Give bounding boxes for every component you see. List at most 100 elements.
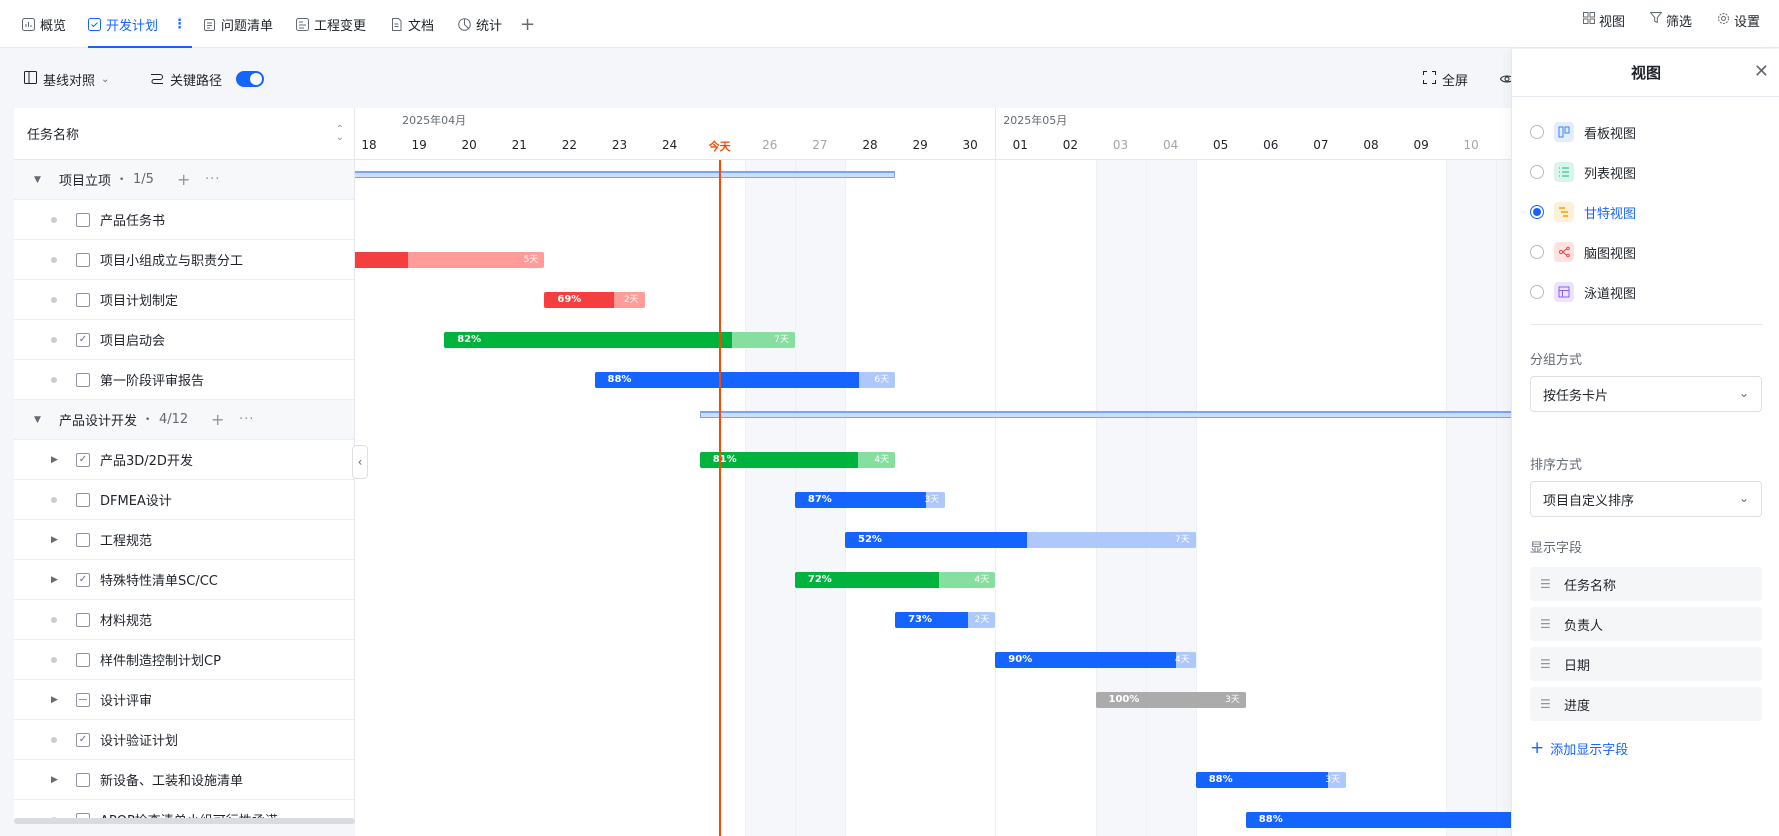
task-bar[interactable]: 88% 6天 xyxy=(594,372,896,388)
task-row[interactable]: DFMEA设计 xyxy=(14,480,354,520)
task-row[interactable]: ▶ ✓ 产品3D/2D开发 xyxy=(14,440,354,480)
day-label: 08 xyxy=(1363,138,1379,152)
task-bar[interactable]: 73% 2天 xyxy=(895,612,996,628)
view-option-list[interactable]: 列表视图 xyxy=(1530,161,1636,183)
expand-icon[interactable]: ▶ xyxy=(51,695,59,705)
task-checkbox[interactable] xyxy=(76,772,90,787)
tab-stats[interactable]: 统计 xyxy=(458,0,502,48)
radio-button[interactable] xyxy=(1530,165,1544,179)
task-row[interactable]: 产品任务书 xyxy=(14,200,354,240)
baseline-dropdown[interactable]: 基线对照 ⌄ xyxy=(24,69,109,89)
display-field-item[interactable]: ☰ 负责人 xyxy=(1530,607,1762,641)
group-summary-bar[interactable] xyxy=(355,171,896,178)
critical-path-switch[interactable] xyxy=(236,71,265,87)
tab-eng-change[interactable]: 工程变更 xyxy=(296,0,366,48)
drag-handle-icon[interactable]: ☰ xyxy=(1540,697,1554,711)
task-bar[interactable]: 88% xyxy=(1245,812,1511,828)
expand-icon[interactable]: ▶ xyxy=(51,775,59,785)
task-checkbox[interactable] xyxy=(76,532,90,547)
group-row[interactable]: ▼ 项目立项 • 1/5 + ··· xyxy=(14,160,354,200)
filter-button[interactable]: 筛选 xyxy=(1649,0,1692,40)
group-row[interactable]: ▼ 产品设计开发 • 4/12 + ··· xyxy=(14,400,354,440)
task-checkbox[interactable] xyxy=(76,692,90,707)
expand-icon[interactable]: ▶ xyxy=(51,455,59,465)
drag-handle-icon[interactable]: ☰ xyxy=(1540,577,1554,591)
task-bar[interactable]: 82% 7天 xyxy=(444,332,795,348)
duration-label: 2天 xyxy=(623,295,639,305)
task-row[interactable]: 项目小组成立与职责分工 xyxy=(14,240,354,280)
expand-icon[interactable]: ▶ xyxy=(51,535,59,545)
collapse-list-button[interactable]: ‹ xyxy=(352,445,368,479)
task-checkbox[interactable] xyxy=(76,612,90,627)
group-summary-bar[interactable] xyxy=(699,411,1511,418)
task-row[interactable]: ✓ 设计验证计划 xyxy=(14,720,354,760)
task-row[interactable]: ✓ 项目启动会 xyxy=(14,320,354,360)
fullscreen-button[interactable]: 全屏 xyxy=(1423,69,1468,89)
add-display-field-button[interactable]: + 添加显示字段 xyxy=(1530,738,1628,758)
task-row[interactable]: APQP检查清单小组可行性承诺 xyxy=(14,800,354,818)
task-checkbox[interactable] xyxy=(76,212,90,227)
task-checkbox[interactable] xyxy=(76,652,90,667)
caret-down-icon[interactable]: ▼ xyxy=(34,415,46,425)
drag-handle-icon[interactable]: ☰ xyxy=(1540,617,1554,631)
expand-icon[interactable]: ▶ xyxy=(51,575,59,585)
add-task-icon[interactable]: + xyxy=(211,410,224,429)
view-button[interactable]: 视图 xyxy=(1583,0,1625,40)
view-option-swimlane[interactable]: 泳道视图 xyxy=(1530,281,1636,303)
task-bar[interactable]: 72% 4天 xyxy=(794,572,996,588)
add-task-icon[interactable]: + xyxy=(177,170,190,189)
tab-docs[interactable]: 文档 xyxy=(390,0,434,48)
task-bar[interactable]: 5天 xyxy=(355,252,545,268)
task-bar[interactable]: 52% 7天 xyxy=(845,532,1196,548)
critical-path-toggle[interactable]: 关键路径 xyxy=(150,69,265,89)
task-row[interactable]: 材料规范 xyxy=(14,600,354,640)
display-field-item[interactable]: ☰ 日期 xyxy=(1530,647,1762,681)
task-row[interactable]: 样件制造控制计划CP xyxy=(14,640,354,680)
task-bar[interactable]: 88% 3天 xyxy=(1195,772,1346,788)
task-row[interactable]: 第一阶段评审报告 xyxy=(14,360,354,400)
more-vertical-icon[interactable]: ⋮ xyxy=(173,17,186,32)
chevron-down-icon: ⌄ xyxy=(1738,491,1749,505)
task-checkbox[interactable]: ✓ xyxy=(76,332,90,347)
horizontal-scrollbar[interactable] xyxy=(14,818,355,824)
display-field-item[interactable]: ☰ 进度 xyxy=(1530,687,1762,721)
view-option-kanban[interactable]: 看板视图 xyxy=(1530,121,1636,143)
group-by-select[interactable]: 按任务卡片 ⌄ xyxy=(1530,376,1762,412)
task-checkbox[interactable]: ✓ xyxy=(76,452,90,467)
task-checkbox[interactable]: ✓ xyxy=(76,732,90,747)
task-bar[interactable]: 81% 4天 xyxy=(699,452,896,468)
task-row[interactable]: ▶ ✓ 特殊特性清单SC/CC xyxy=(14,560,354,600)
radio-button[interactable] xyxy=(1530,125,1544,139)
task-bar[interactable]: 87% 3天 xyxy=(794,492,946,508)
settings-button[interactable]: 设置 xyxy=(1717,0,1760,40)
view-option-gantt[interactable]: 甘特视图 xyxy=(1530,201,1636,223)
radio-button[interactable] xyxy=(1530,205,1544,219)
close-icon[interactable]: ✕ xyxy=(1754,63,1769,81)
sort-icon[interactable]: ⌃ ⌄ xyxy=(336,125,344,143)
task-row[interactable]: ▶ 工程规范 xyxy=(14,520,354,560)
task-bar[interactable]: 69% 2天 xyxy=(544,292,645,308)
task-bar[interactable]: 90% 4天 xyxy=(995,652,1196,668)
more-icon[interactable]: ··· xyxy=(205,172,220,187)
task-row[interactable]: ▶ 新设备、工装和设施清单 xyxy=(14,760,354,800)
task-checkbox[interactable] xyxy=(76,492,90,507)
view-option-mindmap[interactable]: 脑图视图 xyxy=(1530,241,1636,263)
task-bar[interactable]: 100% 3天 xyxy=(1095,692,1246,708)
tab-overview[interactable]: 概览 xyxy=(22,0,66,48)
add-tab-button[interactable]: + xyxy=(520,0,535,48)
task-checkbox[interactable]: ✓ xyxy=(76,572,90,587)
tab-issues[interactable]: 问题清单 xyxy=(203,0,273,48)
display-field-item[interactable]: ☰ 任务名称 xyxy=(1530,567,1762,601)
radio-button[interactable] xyxy=(1530,285,1544,299)
radio-button[interactable] xyxy=(1530,245,1544,259)
task-checkbox[interactable] xyxy=(76,292,90,307)
caret-down-icon[interactable]: ▼ xyxy=(34,175,46,185)
task-checkbox[interactable] xyxy=(76,372,90,387)
tab-dev-plan[interactable]: 开发计划 ⋮ xyxy=(88,0,193,48)
task-row[interactable]: ▶ 设计评审 xyxy=(14,680,354,720)
task-row[interactable]: 项目计划制定 xyxy=(14,280,354,320)
more-icon[interactable]: ··· xyxy=(239,412,254,427)
drag-handle-icon[interactable]: ☰ xyxy=(1540,657,1554,671)
task-checkbox[interactable] xyxy=(76,252,90,267)
sort-by-select[interactable]: 项目自定义排序 ⌄ xyxy=(1530,481,1762,517)
